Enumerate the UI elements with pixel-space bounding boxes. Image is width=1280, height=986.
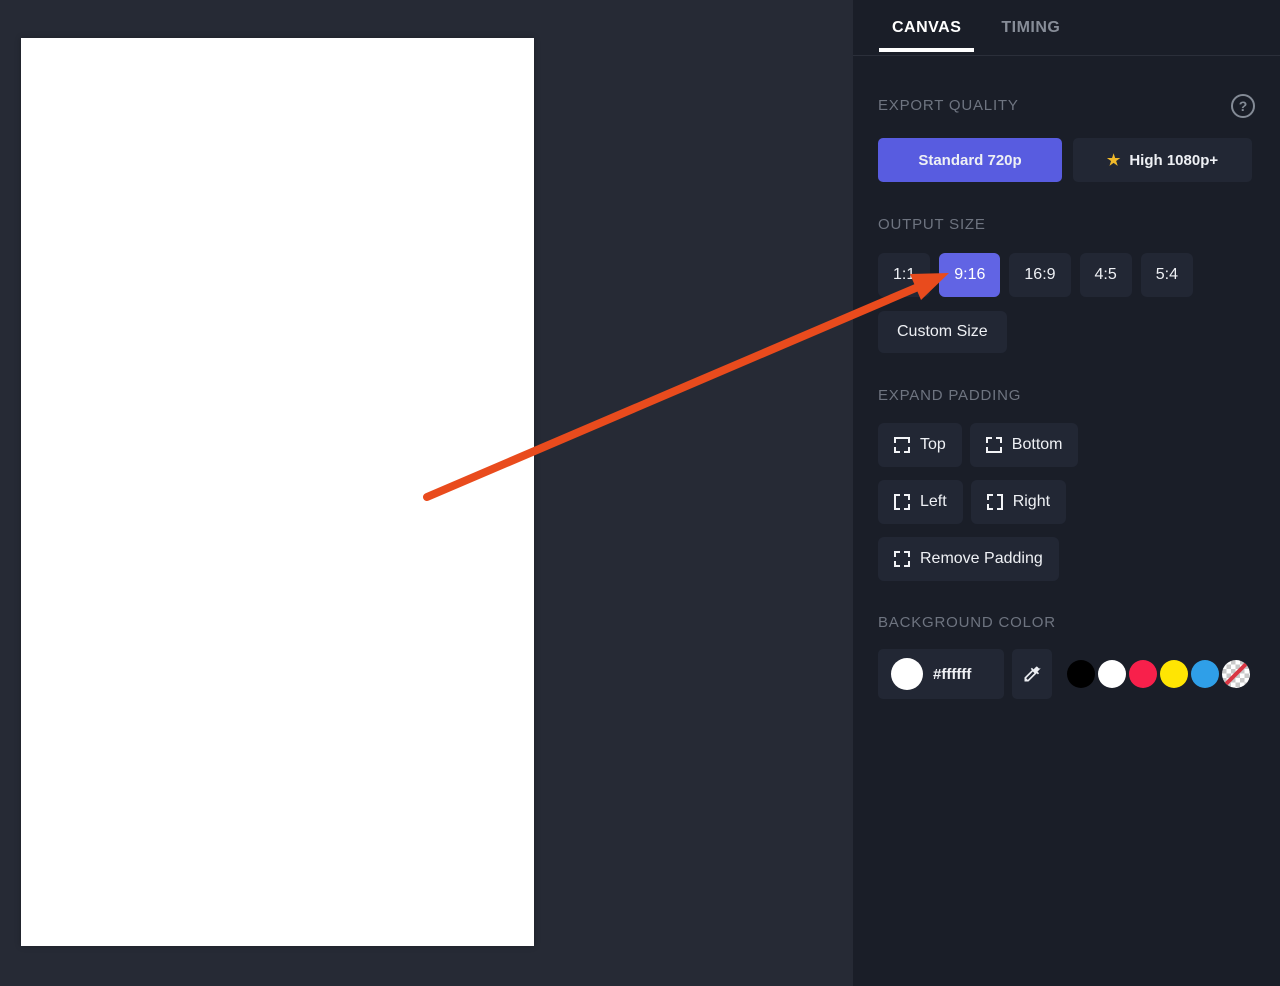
padding-row-2: Left Right [878,480,1255,524]
padding-top-button[interactable]: Top [878,423,962,467]
ratio-1-1-button[interactable]: 1:1 [878,253,930,297]
high-1080p-button[interactable]: ★ High 1080p+ [1073,138,1252,182]
swatch-transparent[interactable] [1222,660,1250,688]
expand-padding-label: EXPAND PADDING [878,387,1021,405]
canvas-workspace [0,0,853,986]
padding-bottom-button[interactable]: Bottom [970,423,1079,467]
remove-padding-button[interactable]: Remove Padding [878,537,1059,581]
tab-timing[interactable]: TIMING [988,0,1073,55]
export-quality-label: EXPORT QUALITY [878,97,1019,115]
padding-row-1: Top Bottom [878,423,1255,467]
ratio-16-9-button[interactable]: 16:9 [1009,253,1070,297]
padding-top-icon [894,437,910,453]
padding-row-3: Remove Padding [878,537,1255,581]
swatch-blue[interactable] [1191,660,1219,688]
background-color-row: #ffffff [878,649,1255,699]
swatch-black[interactable] [1067,660,1095,688]
hex-value-label: #ffffff [933,666,971,683]
padding-left-icon [894,494,910,510]
background-color-label: BACKGROUND COLOR [878,614,1056,632]
output-size-header: OUTPUT SIZE [878,216,1255,234]
custom-size-row: Custom Size [878,311,1255,353]
ratio-5-4-button[interactable]: 5:4 [1141,253,1193,297]
no-color-slash-icon [1223,661,1250,688]
ratio-row: 1:1 9:16 16:9 4:5 5:4 [878,253,1255,297]
output-size-label: OUTPUT SIZE [878,216,986,234]
padding-right-label: Right [1013,493,1050,511]
quality-row: Standard 720p ★ High 1080p+ [878,138,1255,182]
custom-size-button[interactable]: Custom Size [878,311,1007,353]
padding-left-label: Left [920,493,947,511]
eyedropper-icon [1022,664,1042,684]
expand-padding-header: EXPAND PADDING [878,387,1255,405]
standard-720p-button[interactable]: Standard 720p [878,138,1062,182]
padding-right-button[interactable]: Right [971,480,1066,524]
current-color-button[interactable]: #ffffff [878,649,1004,699]
canvas-preview[interactable] [21,38,534,946]
high-1080p-label: High 1080p+ [1129,152,1218,169]
padding-top-label: Top [920,436,946,454]
padding-bottom-icon [986,437,1002,453]
export-quality-header: EXPORT QUALITY ? [878,94,1255,118]
panel-content: EXPORT QUALITY ? Standard 720p ★ High 10… [853,94,1280,699]
star-icon: ★ [1107,153,1120,168]
tab-canvas[interactable]: CANVAS [879,0,974,55]
padding-left-button[interactable]: Left [878,480,963,524]
app-root: CANVAS TIMING EXPORT QUALITY ? Standard … [0,0,1280,986]
remove-padding-label: Remove Padding [920,550,1043,568]
ratio-4-5-button[interactable]: 4:5 [1080,253,1132,297]
remove-padding-icon [894,551,910,567]
padding-bottom-label: Bottom [1012,436,1063,454]
swatch-red[interactable] [1129,660,1157,688]
ratio-9-16-button[interactable]: 9:16 [939,253,1000,297]
swatch-yellow[interactable] [1160,660,1188,688]
panel-tabbar: CANVAS TIMING [853,0,1280,56]
swatch-white[interactable] [1098,660,1126,688]
help-icon[interactable]: ? [1231,94,1255,118]
current-color-swatch [891,658,923,690]
eyedropper-button[interactable] [1012,649,1052,699]
swatch-list [1067,660,1250,688]
padding-right-icon [987,494,1003,510]
background-color-header: BACKGROUND COLOR [878,614,1255,632]
settings-panel: CANVAS TIMING EXPORT QUALITY ? Standard … [853,0,1280,986]
